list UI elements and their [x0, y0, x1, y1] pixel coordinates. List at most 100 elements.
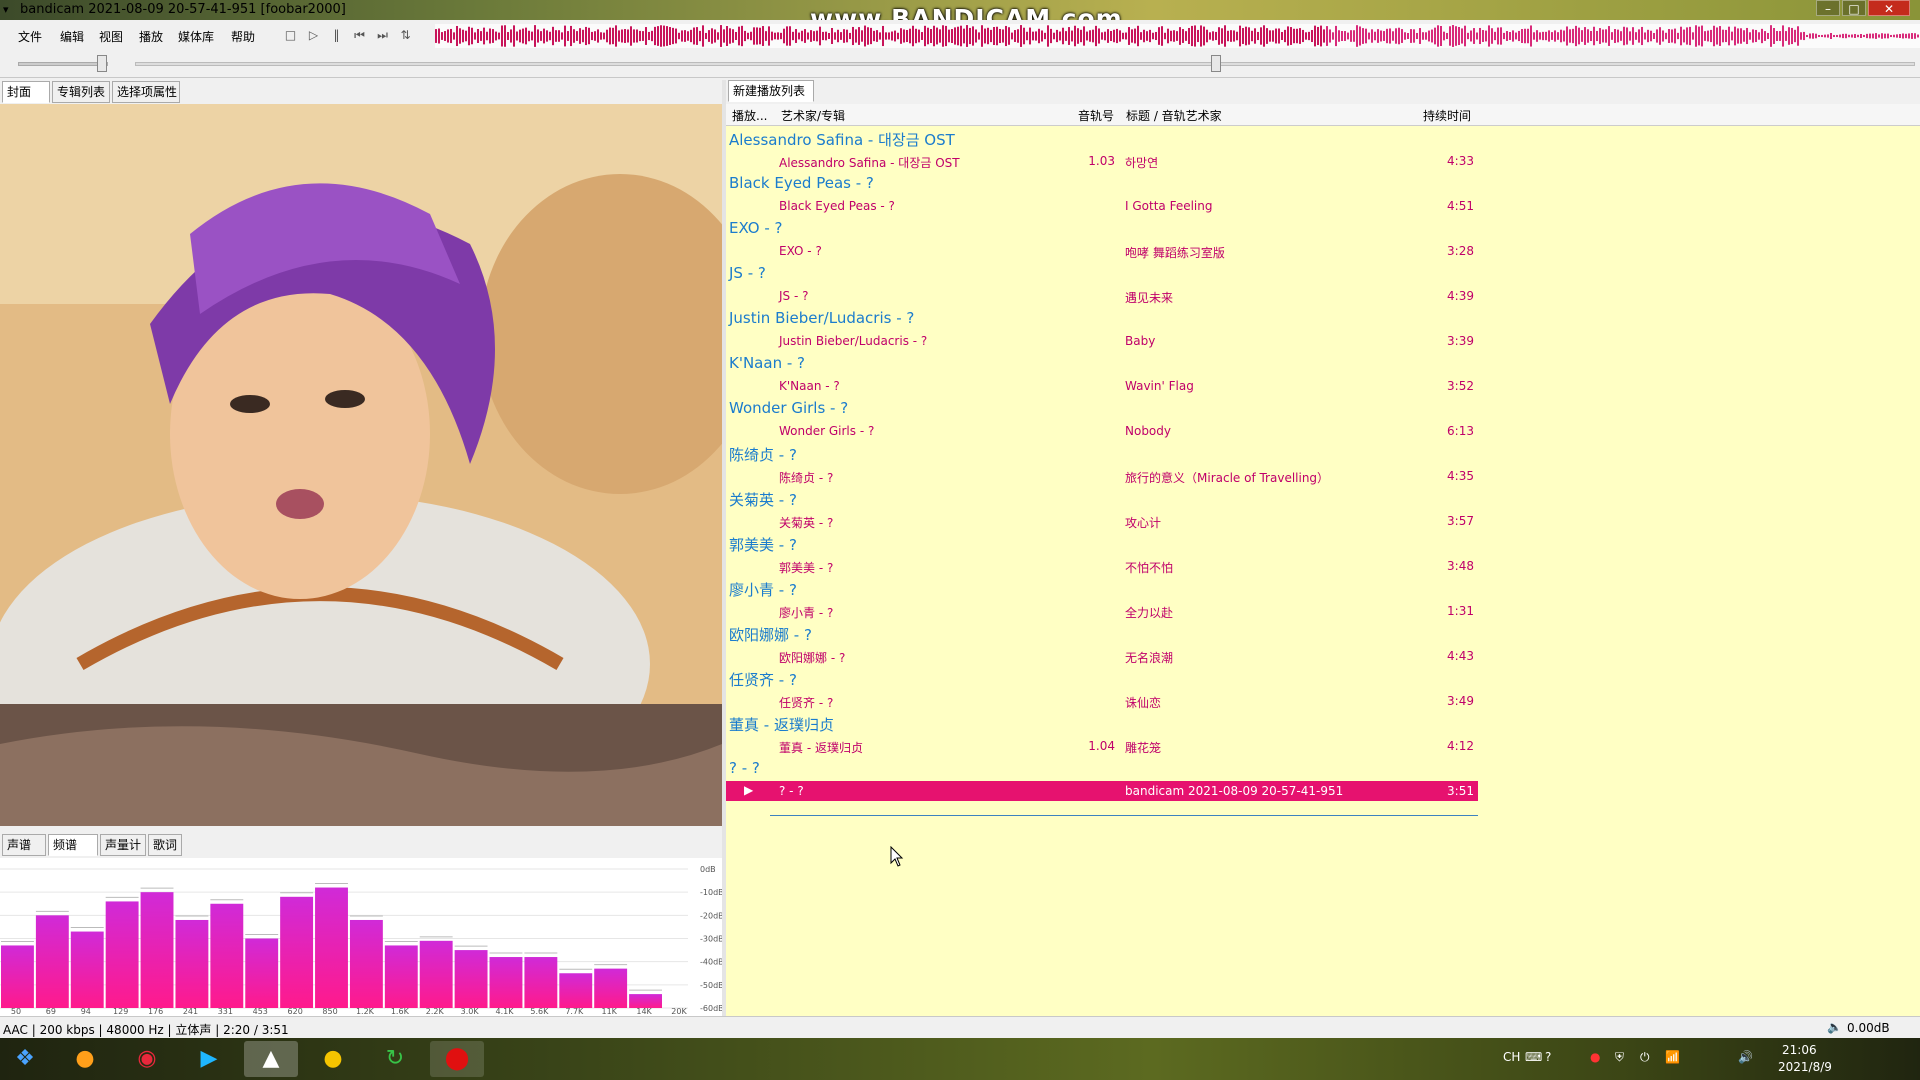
cell-artist-album: Justin Bieber/Ludacris - ? [779, 334, 928, 348]
spectrum-freq-label: 1.6K [391, 1007, 410, 1016]
windows-start-icon[interactable]: ❖ [0, 1041, 50, 1077]
playlist-row[interactable]: 任贤齐 - ? 诛仙恋 3:49 [726, 691, 1478, 711]
spectrum-freq-label: 2.2K [426, 1007, 445, 1016]
tab-spectrogram[interactable]: 声谱 [2, 834, 46, 856]
play-button[interactable]: ▷ [305, 27, 322, 44]
seek-bar[interactable] [135, 62, 1915, 66]
group-header[interactable]: Wonder Girls - ? [729, 399, 848, 417]
cell-title: 雕花笼 [1125, 741, 1162, 755]
tab-album-list[interactable]: 专辑列表 [52, 81, 110, 103]
spectrum-bar [70, 931, 104, 1008]
foobar-alien-icon[interactable]: ▲ [244, 1041, 298, 1077]
tab-selection-properties[interactable]: 选择项属性 [112, 81, 180, 103]
column-duration[interactable]: 持续时间 [1423, 107, 1471, 124]
bandicam-record-icon[interactable]: ⬤ [430, 1041, 484, 1077]
group-header[interactable]: ? - ? [729, 759, 760, 777]
playlist-row[interactable]: Alessandro Safina - 대장금 OST 1.03 하망연 4:33 [726, 151, 1478, 171]
playlist-row[interactable]: K'Naan - ? Wavin' Flag 3:52 [726, 376, 1478, 396]
pause-button[interactable]: ‖ [328, 27, 345, 44]
keyboard-icon[interactable]: ⌨ [1525, 1050, 1542, 1064]
tab-lyrics[interactable]: 歌词 [148, 834, 182, 856]
volume-slider-thumb[interactable] [97, 55, 107, 72]
group-header[interactable]: 董真 - 返璞归贞 [729, 714, 834, 735]
playlist-row[interactable]: Justin Bieber/Ludacris - ? Baby 3:39 [726, 331, 1478, 351]
system-menu-icon[interactable]: ▾ [3, 3, 9, 16]
group-header[interactable]: 陈绮贞 - ? [729, 444, 797, 465]
next-button[interactable]: ⏭ [374, 27, 391, 44]
cell-title: 诛仙恋 [1125, 696, 1162, 710]
shield-icon[interactable]: ⛨ [1615, 1050, 1624, 1065]
spectrum-bar [489, 957, 523, 1008]
cell-title: bandicam 2021-08-09 20-57-41-951 [1125, 784, 1344, 798]
playlist-row[interactable]: 陈绮贞 - ? 旅行的意义（Miracle of Travelling） 4:35 [726, 466, 1478, 486]
input-language[interactable]: CH [1503, 1050, 1520, 1064]
waveform-seekbar[interactable] [435, 24, 1920, 48]
playlist-row[interactable]: JS - ? 遇见未来 4:39 [726, 286, 1478, 306]
group-header[interactable]: Black Eyed Peas - ? [729, 174, 874, 192]
playlist-row[interactable]: Wonder Girls - ? Nobody 6:13 [726, 421, 1478, 441]
menu-file[interactable]: 文件 [18, 28, 42, 45]
cell-artist-album: Alessandro Safina - 대장금 OST [779, 156, 960, 170]
cell-artist-album: Wonder Girls - ? [779, 424, 875, 438]
cell-duration: 4:12 [1447, 739, 1474, 753]
playlist-row[interactable]: 关菊英 - ? 攻心计 3:57 [726, 511, 1478, 531]
spectrum-db-label: 0dB [700, 865, 716, 874]
record-tray-icon[interactable]: ● [1590, 1050, 1600, 1064]
tab-cover[interactable]: 封面 [2, 81, 50, 103]
column-track-number[interactable]: 音轨号 [1078, 107, 1114, 124]
cell-duration: 4:43 [1447, 649, 1474, 663]
clock-date[interactable]: 2021/8/9 [1778, 1060, 1832, 1074]
netease-music-icon[interactable]: ◉ [120, 1041, 174, 1077]
network-icon[interactable]: 📶 [1665, 1050, 1680, 1064]
game-ball-icon[interactable]: ● [306, 1041, 360, 1077]
playlist-row[interactable]: 欧阳娜娜 - ? 无名浪潮 4:43 [726, 646, 1478, 666]
sogou-icon[interactable]: ● [58, 1041, 112, 1077]
playlist-row[interactable]: EXO - ? 咆哮 舞蹈练习室版 3:28 [726, 241, 1478, 261]
next-icon: ⏭ [377, 28, 388, 42]
playlist-row-playing[interactable]: ▶ ? - ? bandicam 2021-08-09 20-57-41-951 3:… [726, 781, 1478, 801]
group-header[interactable]: 关菊英 - ? [729, 489, 797, 510]
playlist-row[interactable]: 廖小青 - ? 全力以赴 1:31 [726, 601, 1478, 621]
column-playing[interactable]: 播放... [732, 107, 767, 124]
column-artist-album[interactable]: 艺术家/专辑 [781, 107, 845, 124]
volume-tray-icon[interactable]: 🔊 [1738, 1050, 1753, 1064]
group-header[interactable]: 郭美美 - ? [729, 534, 797, 555]
group-header[interactable]: JS - ? [729, 264, 766, 282]
random-button[interactable]: ⇅ [397, 27, 414, 44]
seek-bar-thumb[interactable] [1211, 55, 1221, 72]
power-icon[interactable]: ⏻ [1640, 1050, 1650, 1065]
cell-duration: 3:52 [1447, 379, 1474, 393]
youku-icon[interactable]: ▶ [182, 1041, 236, 1077]
playlist-row[interactable]: 董真 - 返璞归贞 1.04 雕花笼 4:12 [726, 736, 1478, 756]
menu-playback[interactable]: 播放 [139, 28, 163, 45]
clock-time[interactable]: 21:06 [1782, 1043, 1817, 1057]
playlist-row[interactable]: 郭美美 - ? 不怕不怕 3:48 [726, 556, 1478, 576]
help-icon[interactable]: ? [1545, 1050, 1551, 1064]
menu-library[interactable]: 媒体库 [178, 28, 214, 45]
stop-button[interactable]: □ [282, 27, 299, 44]
tab-spectrum[interactable]: 频谱 [48, 834, 98, 856]
shuffle-icon: ⇅ [400, 28, 411, 42]
menu-view[interactable]: 视图 [99, 28, 123, 45]
volume-slider[interactable] [18, 62, 108, 66]
group-header[interactable]: Justin Bieber/Ludacris - ? [729, 309, 914, 327]
album-cover-image [0, 104, 722, 826]
group-header[interactable]: 廖小青 - ? [729, 579, 797, 600]
group-header[interactable]: K'Naan - ? [729, 354, 805, 372]
playlist-row[interactable]: Black Eyed Peas - ? I Gotta Feeling 4:51 [726, 196, 1478, 216]
previous-button[interactable]: ⏮ [351, 27, 368, 44]
spectrum-bar [105, 901, 139, 1008]
menu-help[interactable]: 帮助 [231, 28, 255, 45]
group-header[interactable]: 任贤齐 - ? [729, 669, 797, 690]
maximize-button[interactable]: □ [1842, 0, 1866, 16]
minimize-button[interactable]: – [1816, 0, 1840, 16]
close-button[interactable]: ✕ [1868, 0, 1910, 16]
group-header[interactable]: Alessandro Safina - 대장금 OST [729, 129, 955, 150]
column-title-artist[interactable]: 标题 / 音轨艺术家 [1126, 107, 1222, 124]
green-refresh-icon[interactable]: ↻ [368, 1041, 422, 1077]
tab-new-playlist[interactable]: 新建播放列表 [728, 80, 814, 102]
group-header[interactable]: EXO - ? [729, 219, 783, 237]
tab-peak-meter[interactable]: 声量计 [100, 834, 146, 856]
menu-edit[interactable]: 编辑 [60, 28, 84, 45]
group-header[interactable]: 欧阳娜娜 - ? [729, 624, 812, 645]
